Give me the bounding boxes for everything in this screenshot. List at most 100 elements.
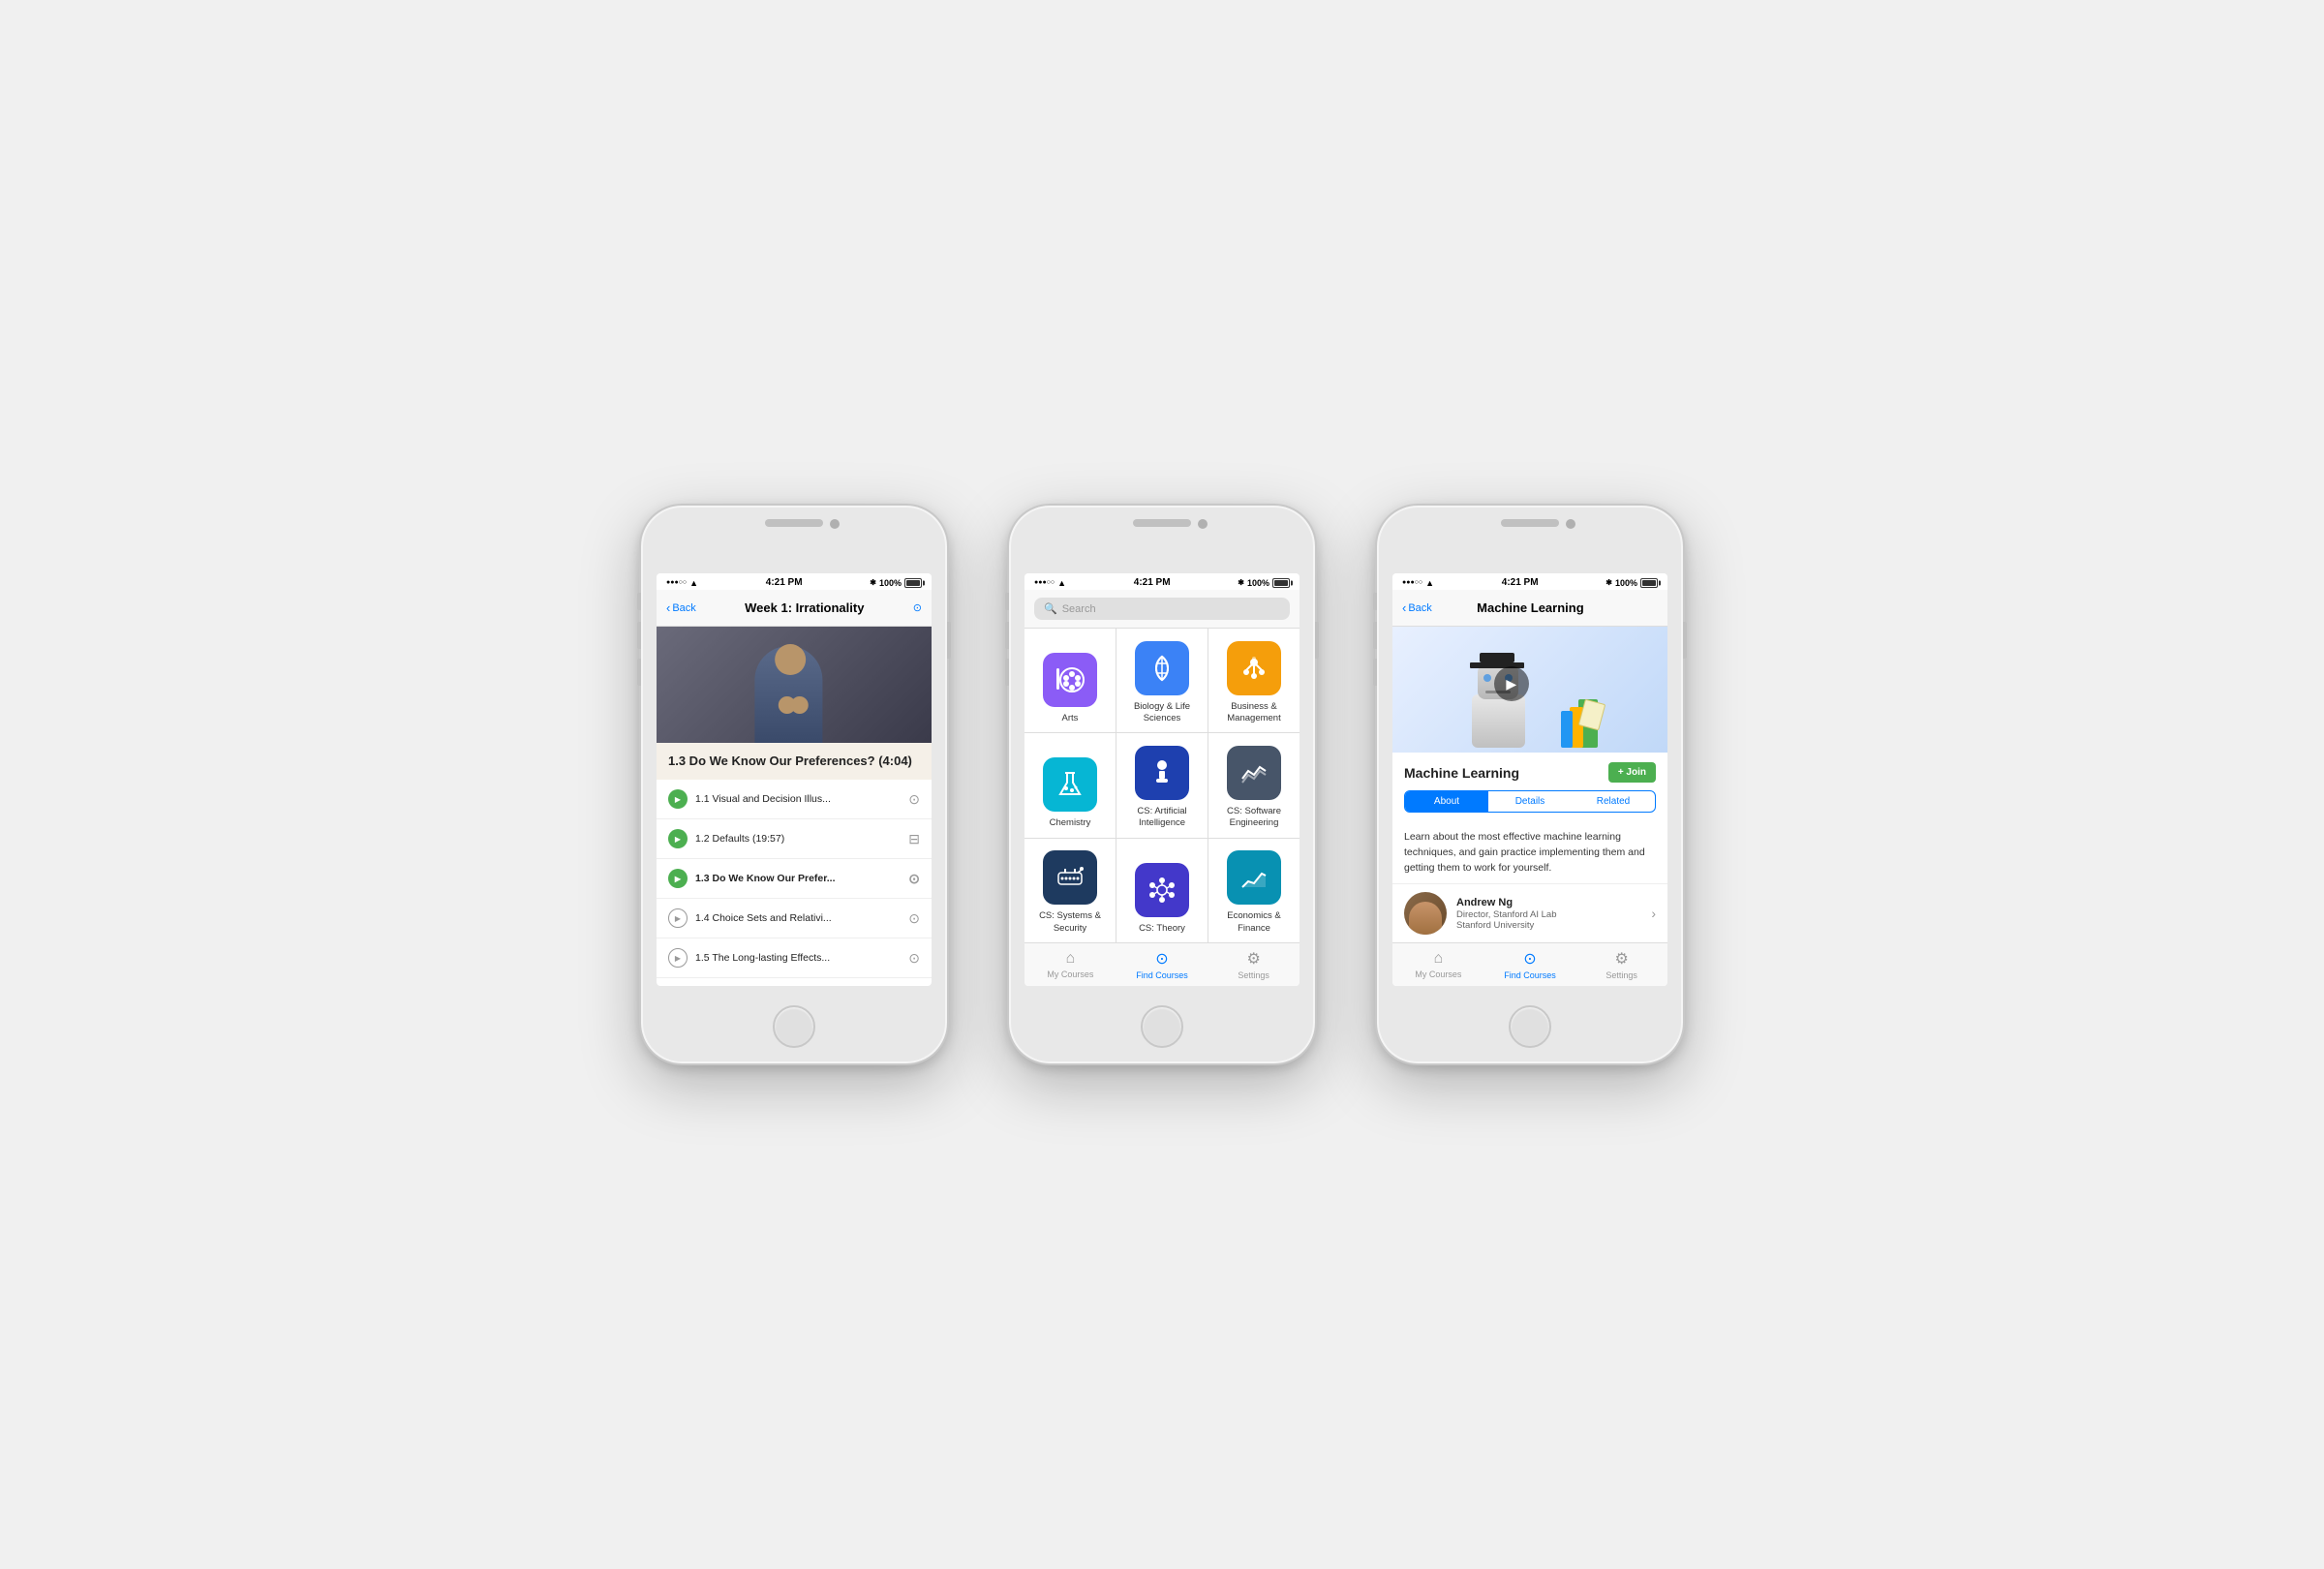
category-item-cs-ai[interactable]: CS: Artificial Intelligence [1116,733,1208,837]
category-label-cs-sys: CS: Systems & Security [1028,910,1112,935]
back-label-1: Back [672,602,695,614]
category-item-cs-sw[interactable]: CS: Software Engineering [1208,733,1300,837]
course-description: Learn about the most effective machine l… [1392,822,1667,883]
tab-bar-3: ⌂ My Courses ⊙ Find Courses ⚙ Settings [1392,942,1667,986]
bluetooth-1: ✱ [870,578,876,587]
category-label-econ: Economics & Finance [1212,910,1296,935]
wifi-icon-1: ▲ [689,578,698,588]
download-action-1[interactable]: ⊙ [913,601,922,614]
status-signals-3: ●●●○○ ▲ [1402,578,1434,588]
status-signals-2: ●●●○○ ▲ [1034,578,1066,588]
tab-settings-2[interactable]: ⚙ Settings [1208,943,1300,986]
tab-find-courses-2[interactable]: ⊙ Find Courses [1116,943,1208,986]
status-bar-3: ●●●○○ ▲ 4:21 PM ✱ 100% [1392,573,1667,590]
video-thumbnail-1[interactable] [657,627,932,743]
search-placeholder: Search [1062,603,1096,615]
tab-my-courses-2[interactable]: ⌂ My Courses [1024,943,1116,986]
signal-dot-3: ●●●○○ [1402,579,1422,586]
signal-dot-1: ●●●○○ [666,579,687,586]
course-hero[interactable]: ▶ [1392,627,1667,753]
tab-settings-3[interactable]: ⚙ Settings [1575,943,1667,986]
signal-dot-2: ●●●○○ [1034,579,1055,586]
tab-label-my-courses-3: My Courses [1415,969,1461,979]
instructor-photo [1404,892,1447,935]
status-bar-2: ●●●○○ ▲ 4:21 PM ✱ 100% [1024,573,1300,590]
tab-my-courses-3[interactable]: ⌂ My Courses [1392,943,1484,986]
list-item[interactable]: ▶ 1.1 Visual and Decision Illus... ⊙ [657,780,932,819]
instructor-title: Director, Stanford AI Lab [1456,909,1641,920]
back-button-3[interactable]: ‹ Back [1402,600,1432,615]
instructor-row[interactable]: Andrew Ng Director, Stanford AI Lab Stan… [1392,883,1667,942]
list-item[interactable]: ▶ 1.2 Defaults (19:57) ⊟ [657,819,932,859]
search-icon-2: ⊙ [1155,949,1168,969]
course-list-1[interactable]: ▶ 1.1 Visual and Decision Illus... ⊙ ▶ 1… [657,780,932,986]
category-item-econ[interactable]: Economics & Finance [1208,839,1300,942]
category-item-business[interactable]: Business & Management [1208,629,1300,732]
battery-body-2 [1272,578,1290,588]
phones-container: ●●●○○ ▲ 4:21 PM ✱ 100% ‹ Back Wee [639,504,1685,1065]
download-13[interactable]: ⊙ [908,871,920,887]
course-title-row: Machine Learning + Join [1404,762,1656,783]
category-item-chemistry[interactable]: Chemistry [1024,733,1116,837]
course-tabs: About Details Related [1404,790,1656,813]
category-item-arts[interactable]: Arts [1024,629,1116,732]
tab-find-courses-3[interactable]: ⊙ Find Courses [1484,943,1576,986]
bluetooth-3: ✱ [1605,578,1612,587]
list-item[interactable]: ▶ 1.5 The Long-lasting Effects... ⊙ [657,938,932,978]
play-button-hero[interactable]: ▶ [1494,666,1529,701]
category-icon-econ [1227,850,1281,905]
gear-icon-2: ⚙ [1247,949,1261,969]
category-item-biology[interactable]: Biology & Life Sciences [1116,629,1208,732]
home-icon-2: ⌂ [1066,950,1076,968]
category-label-business: Business & Management [1212,701,1296,725]
phone-1: ●●●○○ ▲ 4:21 PM ✱ 100% ‹ Back Wee [639,504,949,1065]
list-item[interactable]: ▶ 1.3 Do We Know Our Prefer... ⊙ [657,859,932,899]
battery-fill-1 [906,580,920,586]
search-bar[interactable]: 🔍 Search [1034,598,1290,620]
tab-related[interactable]: Related [1572,791,1655,812]
tab-bar-2: ⌂ My Courses ⊙ Find Courses ⚙ Settings [1024,942,1300,986]
join-button[interactable]: + Join [1608,762,1656,783]
status-time-3: 4:21 PM [1502,577,1539,588]
search-icon-3: ⊙ [1523,949,1536,969]
category-label-cs-theory: CS: Theory [1139,923,1185,935]
download-14[interactable]: ⊙ [908,910,920,927]
nav-bar-3: ‹ Back Machine Learning [1392,590,1667,627]
tab-label-my-courses-2: My Courses [1047,969,1093,979]
play-button-15[interactable]: ▶ [668,948,688,968]
play-button-11[interactable]: ▶ [668,789,688,809]
status-time-2: 4:21 PM [1134,577,1171,588]
download-12[interactable]: ⊟ [908,831,920,847]
home-button-3[interactable] [1509,1005,1551,1048]
back-label-3: Back [1408,602,1431,614]
status-battery-1: ✱ 100% [870,578,922,588]
download-15[interactable]: ⊙ [908,950,920,967]
status-bar-1: ●●●○○ ▲ 4:21 PM ✱ 100% [657,573,932,590]
battery-fill-3 [1642,580,1656,586]
category-icon-cs-ai [1135,746,1189,800]
nav-bar-1: ‹ Back Week 1: Irrationality ⊙ [657,590,932,627]
play-button-13[interactable]: ▶ [668,869,688,888]
category-icon-cs-sw [1227,746,1281,800]
home-icon-3: ⌂ [1434,950,1444,968]
download-11[interactable]: ⊙ [908,791,920,808]
play-button-14[interactable]: ▶ [668,908,688,928]
screen-2: ●●●○○ ▲ 4:21 PM ✱ 100% 🔍 Search [1024,573,1300,986]
instructor-info: Andrew Ng Director, Stanford AI Lab Stan… [1456,897,1641,931]
battery-body-3 [1640,578,1658,588]
tab-label-settings-2: Settings [1238,970,1269,980]
list-item[interactable]: ▶ 1.4 Choice Sets and Relativi... ⊙ [657,899,932,938]
tab-about[interactable]: About [1405,791,1488,812]
category-icon-chemistry [1043,757,1097,812]
home-button-1[interactable] [773,1005,815,1048]
category-item-cs-sys[interactable]: CS: Systems & Security [1024,839,1116,942]
instructor-name: Andrew Ng [1456,897,1641,908]
category-item-cs-theory[interactable]: CS: Theory [1116,839,1208,942]
home-button-2[interactable] [1141,1005,1183,1048]
play-button-12[interactable]: ▶ [668,829,688,848]
back-button-1[interactable]: ‹ Back [666,600,696,615]
category-label-biology: Biology & Life Sciences [1120,701,1204,725]
battery-pct-3: 100% [1615,578,1637,588]
tab-details[interactable]: Details [1488,791,1572,812]
current-item-1: 1.3 Do We Know Our Preferences? (4:04) [657,743,932,780]
